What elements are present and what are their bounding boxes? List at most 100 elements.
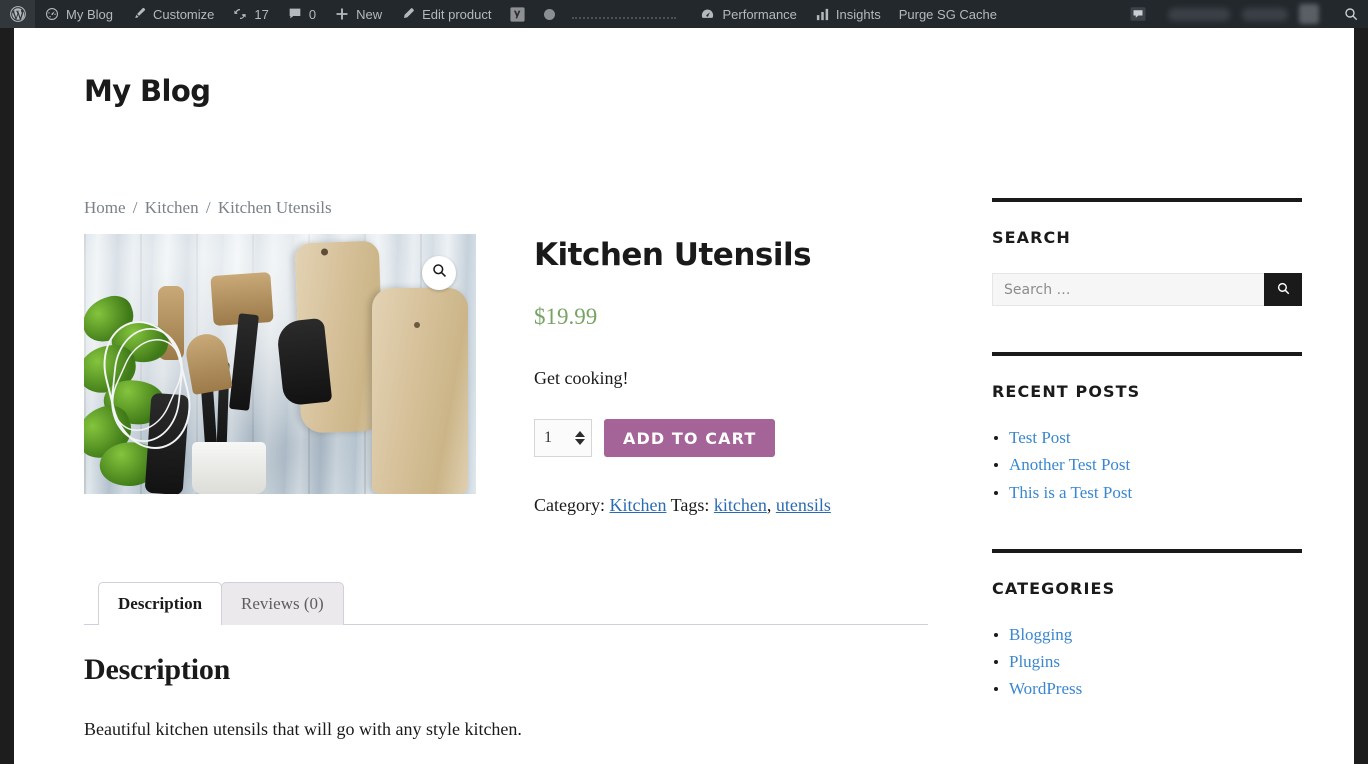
adminbar-item-comments[interactable]: 0 <box>278 0 325 28</box>
site-header: My Blog <box>14 28 1354 108</box>
add-to-cart-form: 1 ADD TO CART <box>534 419 928 458</box>
photo-utensil-holder <box>192 442 266 494</box>
list-item: Another Test Post <box>992 454 1302 475</box>
tag-separator: , <box>766 495 772 516</box>
widget-title-categories: CATEGORIES <box>992 578 1116 598</box>
product-price: $19.99 <box>534 304 598 330</box>
search-icon <box>1276 281 1291 299</box>
adminbar-dotted-divider <box>572 17 677 19</box>
photo-spoon-black <box>275 317 333 407</box>
howdy-username-redacted <box>1168 7 1230 21</box>
adminbar-item-updates[interactable]: 17 <box>223 0 277 28</box>
adminbar-item-status-dot[interactable] <box>535 0 564 28</box>
wp-logo-menu[interactable] <box>0 0 35 28</box>
recent-post-link-1[interactable]: Test Post <box>1009 428 1071 447</box>
site-canvas: My Blog Home / Kitchen / Kitchen Utensil… <box>14 28 1354 764</box>
quantity-decrease-icon[interactable] <box>575 439 585 446</box>
search-form <box>992 273 1302 306</box>
product-summary: Kitchen Utensils $19.99 Get cooking! 1 A… <box>534 234 928 516</box>
widget-top-rule <box>992 548 1302 553</box>
adminbar-item-edit-product[interactable]: Edit product <box>391 0 500 28</box>
product-tag-link-utensils[interactable]: utensils <box>776 495 831 515</box>
quantity-spinner[interactable] <box>575 431 585 446</box>
pencil-icon <box>400 6 416 22</box>
tab-panel-description: Description Beautiful kitchen utensils t… <box>84 625 928 740</box>
quantity-increase-icon[interactable] <box>575 431 585 438</box>
recent-post-link-3[interactable]: This is a Test Post <box>1009 483 1132 502</box>
product-tag-link-kitchen[interactable]: kitchen <box>714 495 767 515</box>
content-columns: Home / Kitchen / Kitchen Utensils Kitche… <box>14 108 1354 746</box>
paintbrush-icon <box>131 6 147 22</box>
photo-cutting-board-2 <box>372 288 468 494</box>
category-link-2[interactable]: Plugins <box>1009 652 1060 671</box>
search-input[interactable] <box>992 273 1264 306</box>
plus-icon <box>334 6 350 22</box>
adminbar-label-insights: Insights <box>835 6 881 22</box>
bar-chart-icon <box>815 7 830 22</box>
adminbar-item-new-content[interactable]: New <box>325 0 391 28</box>
adminbar-right-group <box>1120 0 1368 28</box>
gray-circle-icon <box>544 8 556 20</box>
quantity-stepper[interactable]: 1 <box>534 419 592 458</box>
widget-top-rule <box>992 198 1302 202</box>
product-tabs: Description Reviews (0) Description Beau… <box>84 582 928 740</box>
adminbar-label-updates-count: 17 <box>254 6 269 22</box>
breadcrumb-current: Kitchen Utensils <box>217 198 332 217</box>
breadcrumb-item-kitchen[interactable]: Kitchen <box>145 198 199 217</box>
adminbar-label-purge-cache: Purge SG Cache <box>898 6 997 22</box>
adminbar-item-customize[interactable]: Customize <box>122 0 223 28</box>
adminbar-item-yoast-seo[interactable] <box>500 0 535 28</box>
adminbar-item-site-name[interactable]: My Blog <box>35 0 122 28</box>
site-title[interactable]: My Blog <box>84 74 211 108</box>
adminbar-my-account[interactable] <box>1156 0 1334 28</box>
tabs-list: Description Reviews (0) <box>84 582 928 627</box>
add-to-cart-button[interactable]: ADD TO CART <box>604 419 776 458</box>
sidebar: SEARCH RECENT POSTS <box>992 198 1302 746</box>
adminbar-search-button[interactable] <box>1334 0 1368 28</box>
product-image[interactable] <box>84 234 476 494</box>
categories-widget: CATEGORIES Blogging Plugins WordPress <box>992 548 1302 700</box>
product-gallery <box>84 234 476 516</box>
widget-top-rule <box>992 352 1302 356</box>
list-item: WordPress <box>992 678 1302 699</box>
breadcrumb-item-home[interactable]: Home <box>84 198 126 217</box>
adminbar-item-comment-flag[interactable] <box>1120 0 1156 28</box>
dashboard-gauge-icon <box>44 6 60 22</box>
adminbar-item-performance[interactable]: Performance <box>690 0 805 28</box>
recent-posts-widget: RECENT POSTS Test Post Another Test Post… <box>992 352 1302 503</box>
update-arrows-icon <box>232 6 248 22</box>
howdy-username-redacted-2 <box>1242 7 1288 21</box>
panel-heading: Description <box>84 653 231 687</box>
recent-post-link-2[interactable]: Another Test Post <box>1009 455 1130 474</box>
breadcrumb-separator-2: / <box>205 198 211 217</box>
adminbar-item-purge-cache[interactable]: Purge SG Cache <box>890 0 1006 28</box>
product-category-link[interactable]: Kitchen <box>609 495 666 515</box>
adminbar-label-customize: Customize <box>152 6 215 22</box>
list-item: Plugins <box>992 651 1302 672</box>
tab-description[interactable]: Description <box>98 582 223 627</box>
breadcrumb: Home / Kitchen / Kitchen Utensils <box>84 198 928 218</box>
image-zoom-button[interactable] <box>422 256 456 290</box>
adminbar-label-new-content: New <box>356 6 383 22</box>
widget-title-search: SEARCH <box>992 228 1071 247</box>
quantity-value: 1 <box>544 429 552 447</box>
recent-posts-list: Test Post Another Test Post This is a Te… <box>992 427 1302 503</box>
adminbar-label-edit-product: Edit product <box>422 6 492 22</box>
adminbar-label-performance: Performance <box>722 6 797 22</box>
tab-reviews[interactable]: Reviews (0) <box>221 582 344 626</box>
category-link-1[interactable]: Blogging <box>1009 625 1072 644</box>
search-widget: SEARCH <box>992 198 1302 306</box>
widget-title-recent-posts: RECENT POSTS <box>992 382 1141 401</box>
adminbar-item-insights[interactable]: Insights <box>806 0 890 28</box>
list-item: This is a Test Post <box>992 482 1302 503</box>
yoast-seo-icon <box>509 6 526 23</box>
comment-bubble-icon <box>1129 5 1147 23</box>
product-summary-block: Kitchen Utensils $19.99 Get cooking! 1 A… <box>84 234 928 516</box>
category-link-3[interactable]: WordPress <box>1009 679 1082 698</box>
list-item: Blogging <box>992 624 1302 645</box>
panel-body-text: Beautiful kitchen utensils that will go … <box>84 719 522 740</box>
main-column: Home / Kitchen / Kitchen Utensils Kitche… <box>84 198 928 746</box>
tags-label: Tags: <box>670 495 710 516</box>
list-item: Test Post <box>992 427 1302 448</box>
search-submit-button[interactable] <box>1264 273 1302 306</box>
